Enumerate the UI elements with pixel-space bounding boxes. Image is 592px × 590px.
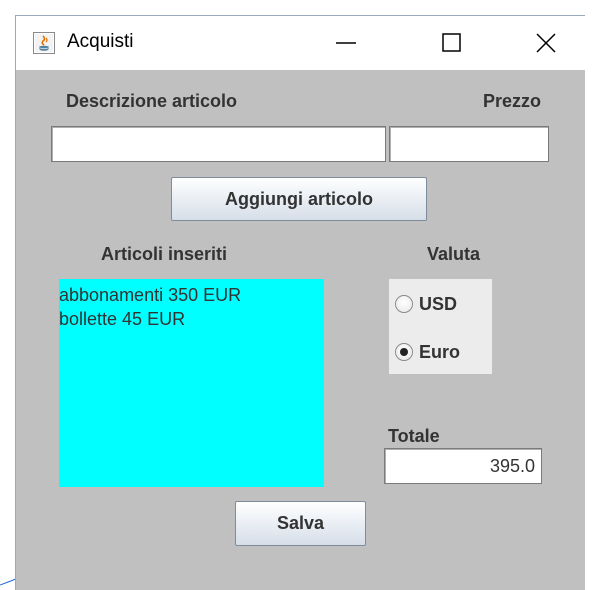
description-label: Descrizione articolo (66, 91, 238, 111)
maximize-button[interactable] (424, 16, 480, 70)
currency-radio-group: USD Euro (389, 279, 492, 374)
total-label: Totale (388, 426, 440, 446)
window-title: Acquisti (67, 31, 134, 52)
radio-usd-circle[interactable] (395, 295, 413, 313)
items-list[interactable]: abbonamenti 350 EUR bollette 45 EUR (59, 279, 324, 487)
currency-label: Valuta (427, 244, 481, 264)
radio-selected-dot (400, 348, 408, 356)
java-app-icon (33, 32, 55, 54)
app-window: Acquisti Descrizione articolo Prezzo Agg… (15, 15, 586, 590)
close-icon (536, 33, 556, 53)
maximize-icon (442, 33, 461, 52)
price-label: Prezzo (483, 91, 542, 111)
items-label: Articoli inseriti (101, 244, 228, 264)
radio-euro-circle[interactable] (395, 343, 413, 361)
radio-usd-label: USD (419, 293, 458, 314)
close-button[interactable] (518, 16, 574, 70)
radio-euro-label: Euro (419, 341, 461, 362)
save-button-label: Salva (276, 513, 325, 533)
minimize-icon (336, 42, 356, 44)
price-input[interactable] (389, 126, 549, 162)
list-item[interactable]: bollette 45 EUR (59, 307, 324, 331)
add-item-button-label: Aggiungi articolo (225, 188, 373, 209)
total-field[interactable]: 395.0 (384, 448, 542, 484)
radio-usd[interactable]: USD (395, 290, 457, 318)
add-item-button[interactable]: Aggiungi articolo (171, 177, 427, 221)
radio-euro[interactable]: Euro (395, 338, 460, 366)
title-bar[interactable]: Acquisti (16, 16, 586, 70)
list-item[interactable]: abbonamenti 350 EUR (59, 283, 324, 307)
save-button[interactable]: Salva (235, 501, 366, 546)
minimize-button[interactable] (318, 16, 374, 70)
description-input[interactable] (51, 126, 386, 162)
